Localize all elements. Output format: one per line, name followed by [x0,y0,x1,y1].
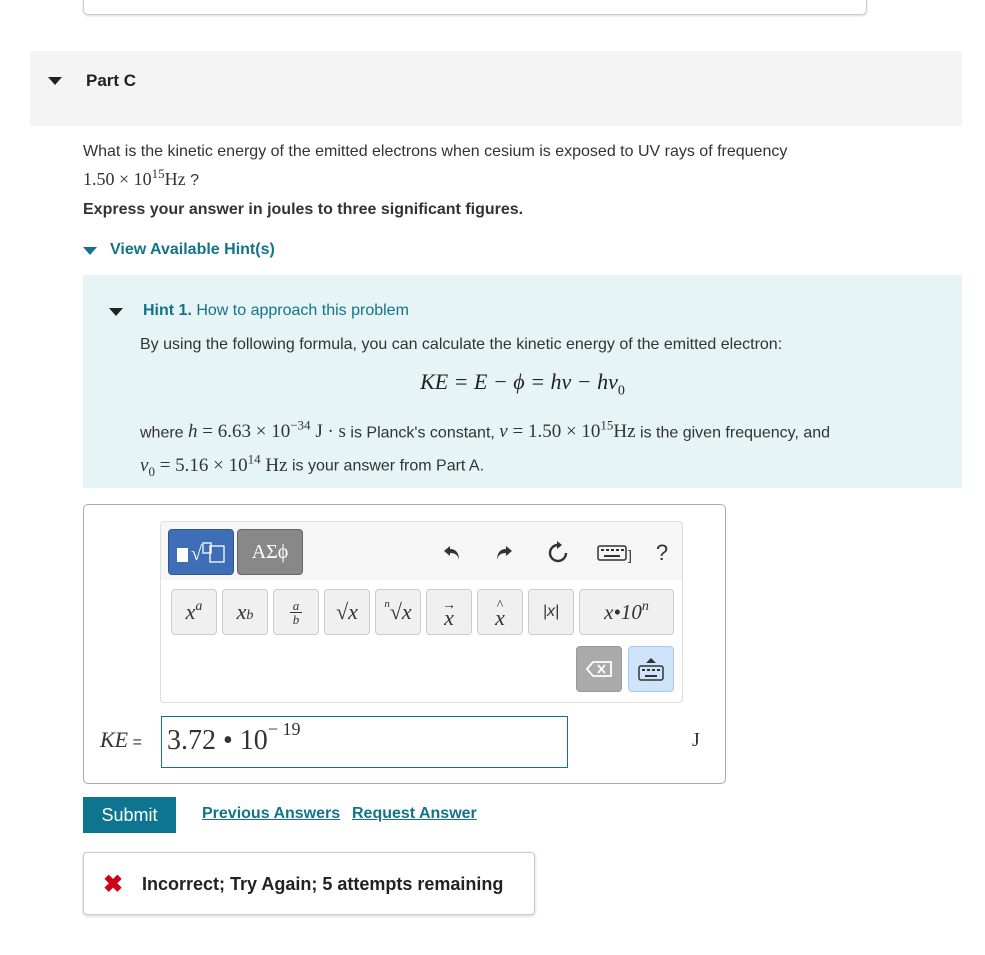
editor-toolbar: √ ΑΣϕ ] ? [161,522,682,580]
redo-icon[interactable] [491,540,517,566]
hint1-title[interactable]: Hint 1. How to approach this problem [143,302,409,320]
answer-box: √ ΑΣϕ ] ? xa xb a b √x n √x → x ^ x |x| … [83,504,726,784]
request-answer-link[interactable]: Request Answer [352,805,477,823]
submit-button[interactable]: Submit [83,797,176,833]
hint-panel: Hint 1. How to approach this problem By … [83,275,962,488]
answer-unit: J [692,729,700,751]
math-editor: √ ΑΣϕ ] ? xa xb a b √x n √x → x ^ x |x| … [160,521,683,703]
scientific-notation-button[interactable]: x•10 n [579,589,674,635]
keyboard-toggle-button[interactable] [628,646,674,692]
power-button[interactable]: xa [171,589,217,635]
answer-label: KE = [100,727,142,752]
backspace-button[interactable] [576,646,622,692]
vector-button[interactable]: → x [426,589,472,635]
templates-icon: √ [177,542,225,565]
collapse-caret-icon[interactable] [48,77,62,85]
hint1-caret-icon[interactable] [109,308,123,316]
keyboard-icon [638,658,664,681]
subscript-button[interactable]: xb [222,589,268,635]
incorrect-x-icon: ✖ [103,871,124,898]
nth-root-button[interactable]: n √x [375,589,421,635]
reset-icon[interactable] [545,540,571,566]
answer-input[interactable]: 3.72 • 10− 19 [161,716,568,768]
previous-part-box [83,0,867,15]
undo-icon[interactable] [439,540,465,566]
hint1-where: where h = 6.63 × 10−34 J · s is Planck's… [140,418,831,479]
feedback-box: ✖ Incorrect; Try Again; 5 attempts remai… [83,852,535,915]
feedback-text: Incorrect; Try Again; 5 attempts remaini… [142,874,504,894]
hint1-intro: By using the following formula, you can … [140,336,783,353]
svg-text:√: √ [191,543,202,565]
svg-text:]: ] [628,547,632,563]
instruction-text: Express your answer in joules to three s… [83,201,524,218]
templates-tab[interactable]: √ [168,529,234,575]
fraction-button[interactable]: a b [273,589,319,635]
view-hints-toggle[interactable]: View Available Hint(s) [83,241,275,259]
greek-tab[interactable]: ΑΣϕ [237,529,303,575]
question-text: What is the kinetic energy of the emitte… [83,143,788,189]
backspace-icon [586,661,612,677]
part-c-header[interactable]: Part C [30,51,962,126]
hat-button[interactable]: ^ x [477,589,523,635]
part-title: Part C [86,71,137,90]
hints-caret-icon [83,247,97,255]
keyboard-shortcuts-icon[interactable]: ] [597,540,635,566]
help-icon[interactable]: ? [649,540,675,566]
sqrt-button[interactable]: √x [324,589,370,635]
hint1-formula: KE = E − ϕ = hν − hν0 [420,369,625,399]
previous-answers-link[interactable]: Previous Answers [202,805,340,823]
abs-button[interactable]: |x| [528,589,574,635]
